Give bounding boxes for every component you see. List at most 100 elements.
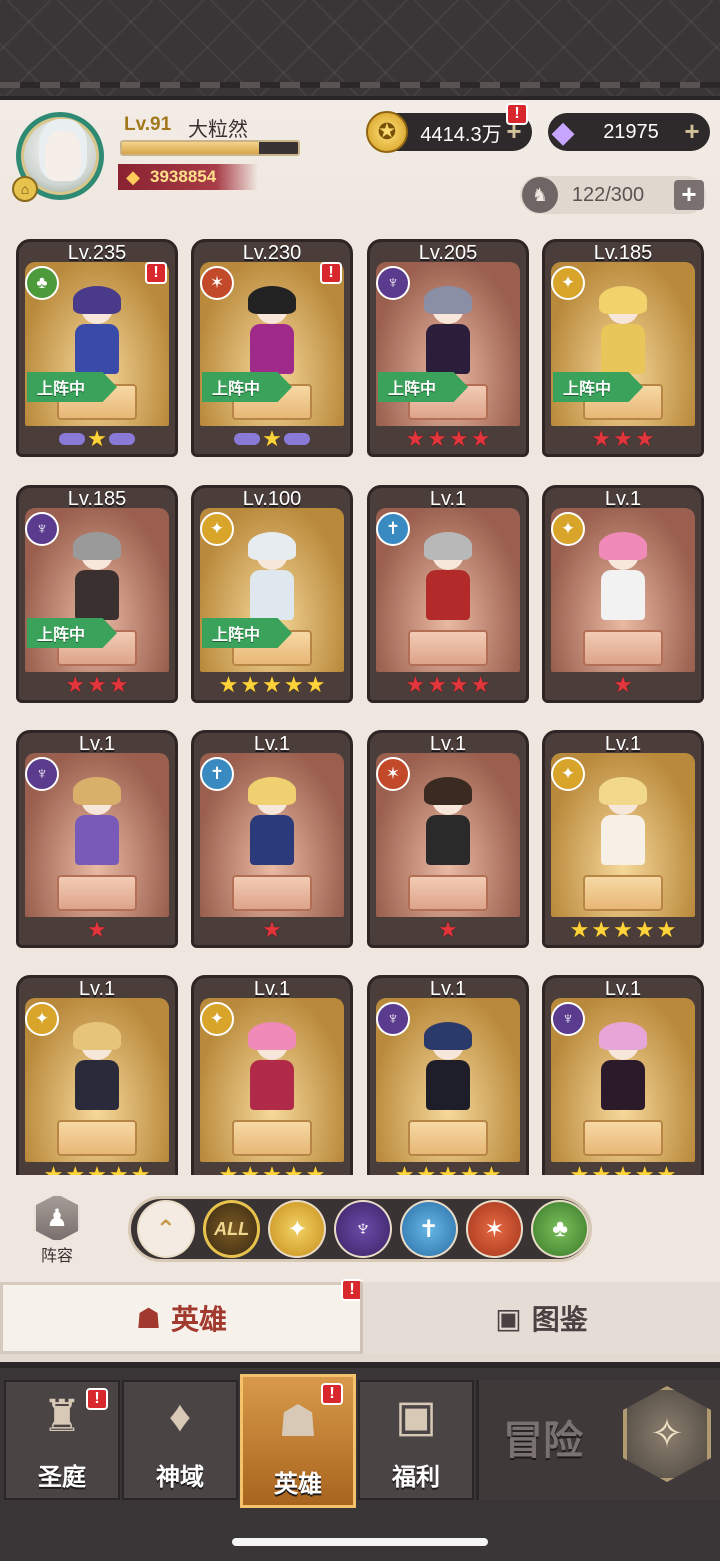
hero-card[interactable]: Lv.1 ✦ ★ ★ ★ ★ ★ bbox=[542, 730, 704, 948]
demon-icon: ♆ bbox=[376, 266, 410, 300]
nav-label: 圣庭 bbox=[38, 1464, 86, 1491]
demon-icon: ♆ bbox=[25, 512, 59, 546]
tab-codex[interactable]: ▣ 图鉴 bbox=[360, 1282, 720, 1354]
hero-card[interactable]: Lv.100 ✦ 上阵中 ★ ★ ★ ★ ★ bbox=[191, 485, 353, 703]
hero-pedestal bbox=[408, 875, 488, 911]
star-icon: ★ bbox=[449, 426, 469, 451]
diamond-currency[interactable]: ◆ 21975 + bbox=[548, 113, 710, 151]
hero-card[interactable]: Lv.1 ♆ ★ bbox=[16, 730, 178, 948]
nav-adventure[interactable]: 冒险 ✧ bbox=[476, 1380, 720, 1500]
star-icon: ★ bbox=[591, 1162, 612, 1176]
hero-card[interactable]: Lv.185 ✦ 上阵中 ★ ★ ★ bbox=[542, 239, 704, 457]
hero-card[interactable]: Lv.1 ✦ ★ bbox=[542, 485, 704, 703]
star-icon: ★ bbox=[262, 917, 282, 942]
star-icon: ★ bbox=[405, 426, 426, 451]
nav-divine[interactable]: ♦ 神域 bbox=[122, 1380, 238, 1500]
hero-card[interactable]: Lv.1 ♆ ★ ★ ★ ★ ★ bbox=[542, 975, 704, 1175]
diamond-plus-button[interactable]: + bbox=[680, 118, 704, 144]
filter-all-all-icon[interactable]: ALL bbox=[202, 1200, 261, 1258]
star-icon: ★ bbox=[262, 426, 282, 451]
hero-star-rating: ★ ★ ★ ★ bbox=[370, 424, 526, 454]
nav-alert-badge: ! bbox=[321, 1383, 343, 1405]
hero-star-rating: ★ ★ ★ ★ ★ bbox=[194, 1160, 350, 1176]
hero-level: Lv.1 bbox=[78, 733, 116, 755]
star-icon: ★ bbox=[305, 672, 326, 697]
nav-welfare[interactable]: ▣ 福利 bbox=[358, 1380, 474, 1500]
hero-star-rating: ★ ★ ★ ★ bbox=[370, 670, 526, 700]
star-icon: ★ bbox=[438, 1162, 458, 1176]
star-icon: ★ bbox=[459, 1162, 480, 1176]
lineup-button[interactable]: ♟ 阵容 bbox=[24, 1194, 90, 1265]
hero-sprite bbox=[238, 286, 306, 382]
tree-icon: ♣ bbox=[25, 266, 59, 300]
hero-sprite bbox=[238, 532, 306, 628]
filter-order-sword-shield-icon[interactable]: ✝ bbox=[399, 1200, 458, 1258]
hero-card[interactable]: Lv.185 ♆ 上阵中 ★ ★ ★ bbox=[16, 485, 178, 703]
hero-sprite bbox=[63, 777, 131, 873]
roster-plus-button[interactable]: + bbox=[674, 180, 704, 210]
filter-nature-tree-icon[interactable]: ♣ bbox=[531, 1200, 590, 1258]
hero-star-rating: ★ ★ ★ ★ ★ bbox=[545, 915, 701, 945]
chess-pawn-icon: ♟ bbox=[34, 1194, 80, 1242]
hero-card[interactable]: Lv.1 ♆ ★ ★ ★ ★ ★ bbox=[367, 975, 529, 1175]
gold-alert-badge: ! bbox=[506, 103, 528, 125]
hero-star-rating: ★ bbox=[19, 915, 175, 945]
hero-sprite bbox=[63, 286, 131, 382]
hero-pedestal bbox=[232, 1120, 312, 1156]
star-icon: ★ bbox=[449, 672, 469, 697]
player-avatar[interactable]: ⌂ bbox=[8, 106, 108, 206]
sun-icon: ✦ bbox=[551, 266, 585, 300]
hero-card[interactable]: Lv.1 ✝ ★ bbox=[191, 730, 353, 948]
power-display: ◆ 3938854 bbox=[118, 164, 258, 190]
star-icon: ★ bbox=[470, 672, 491, 697]
demon-icon: ♆ bbox=[25, 757, 59, 791]
hero-level: Lv.1 bbox=[429, 978, 467, 1000]
hero-tabs: ☗ 英雄 ! ▣ 图鉴 bbox=[0, 1279, 720, 1362]
hero-level: Lv.1 bbox=[253, 978, 291, 1000]
star-icon: ★ bbox=[481, 1162, 502, 1176]
hero-card[interactable]: Lv.235 ♣! 上阵中 ★ bbox=[16, 239, 178, 457]
filter-up-chevron-up-icon[interactable]: ⌃ bbox=[137, 1200, 195, 1258]
hero-card[interactable]: Lv.1 ✦ ★ ★ ★ ★ ★ bbox=[191, 975, 353, 1175]
hero-card[interactable]: Lv.1 ✶ ★ bbox=[367, 730, 529, 948]
hero-pedestal bbox=[408, 1120, 488, 1156]
hero-star-rating: ★ bbox=[370, 915, 526, 945]
deployed-tag: 上阵中 bbox=[202, 372, 292, 402]
hero-card[interactable]: Lv.205 ♆ 上阵中 ★ ★ ★ ★ bbox=[367, 239, 529, 457]
gold-coin-icon: ✪ bbox=[366, 111, 408, 153]
hero-card[interactable]: Lv.1 ✝ ★ ★ ★ ★ bbox=[367, 485, 529, 703]
crystal-arch-icon: ♦ bbox=[168, 1391, 192, 1441]
nav-alert-badge: ! bbox=[86, 1388, 108, 1410]
filter-light-sun-icon[interactable]: ✦ bbox=[268, 1200, 327, 1258]
hero-level: Lv.1 bbox=[429, 488, 467, 510]
codex-book-icon: ▣ bbox=[495, 1302, 522, 1334]
star-icon: ★ bbox=[283, 672, 304, 697]
star-icon: ★ bbox=[240, 672, 261, 697]
hero-star-rating: ★ ★ ★ bbox=[19, 670, 175, 700]
star-icon: ★ bbox=[470, 426, 491, 451]
tab-hero[interactable]: ☗ 英雄 ! bbox=[0, 1279, 363, 1354]
hero-pedestal bbox=[57, 1120, 137, 1156]
hero-pedestal bbox=[232, 875, 312, 911]
hero-card[interactable]: Lv.230 ✶! 上阵中 ★ bbox=[191, 239, 353, 457]
gold-currency[interactable]: ✪ 4414.3万 + ! bbox=[366, 103, 532, 153]
star-icon: ★ bbox=[656, 917, 677, 942]
temple-icon: ⌂ bbox=[12, 176, 38, 202]
star-icon: ★ bbox=[427, 672, 447, 697]
nav-sanctuary[interactable]: ♜ 圣庭! bbox=[4, 1380, 120, 1500]
hero-card[interactable]: Lv.1 ✦ ★ ★ ★ ★ ★ bbox=[16, 975, 178, 1175]
gold-value: 4414.3万 bbox=[420, 123, 502, 146]
star-icon: ★ bbox=[218, 1162, 239, 1176]
hero-pedestal bbox=[583, 1120, 663, 1156]
filter-beast-wolf-icon[interactable]: ✶ bbox=[465, 1200, 524, 1258]
star-icon: ★ bbox=[262, 1162, 282, 1176]
compass-icon: ✧ bbox=[623, 1386, 711, 1482]
hero-level: Lv.1 bbox=[253, 733, 291, 755]
star-icon: ★ bbox=[656, 1162, 677, 1176]
hero-sprite bbox=[414, 286, 482, 382]
nav-hero[interactable]: ☗ 英雄! bbox=[240, 1374, 356, 1508]
filter-dark-demon-icon[interactable]: ♆ bbox=[334, 1200, 392, 1258]
star-icon: ★ bbox=[634, 426, 655, 451]
home-indicator bbox=[232, 1538, 488, 1546]
deployed-tag: 上阵中 bbox=[27, 618, 117, 648]
